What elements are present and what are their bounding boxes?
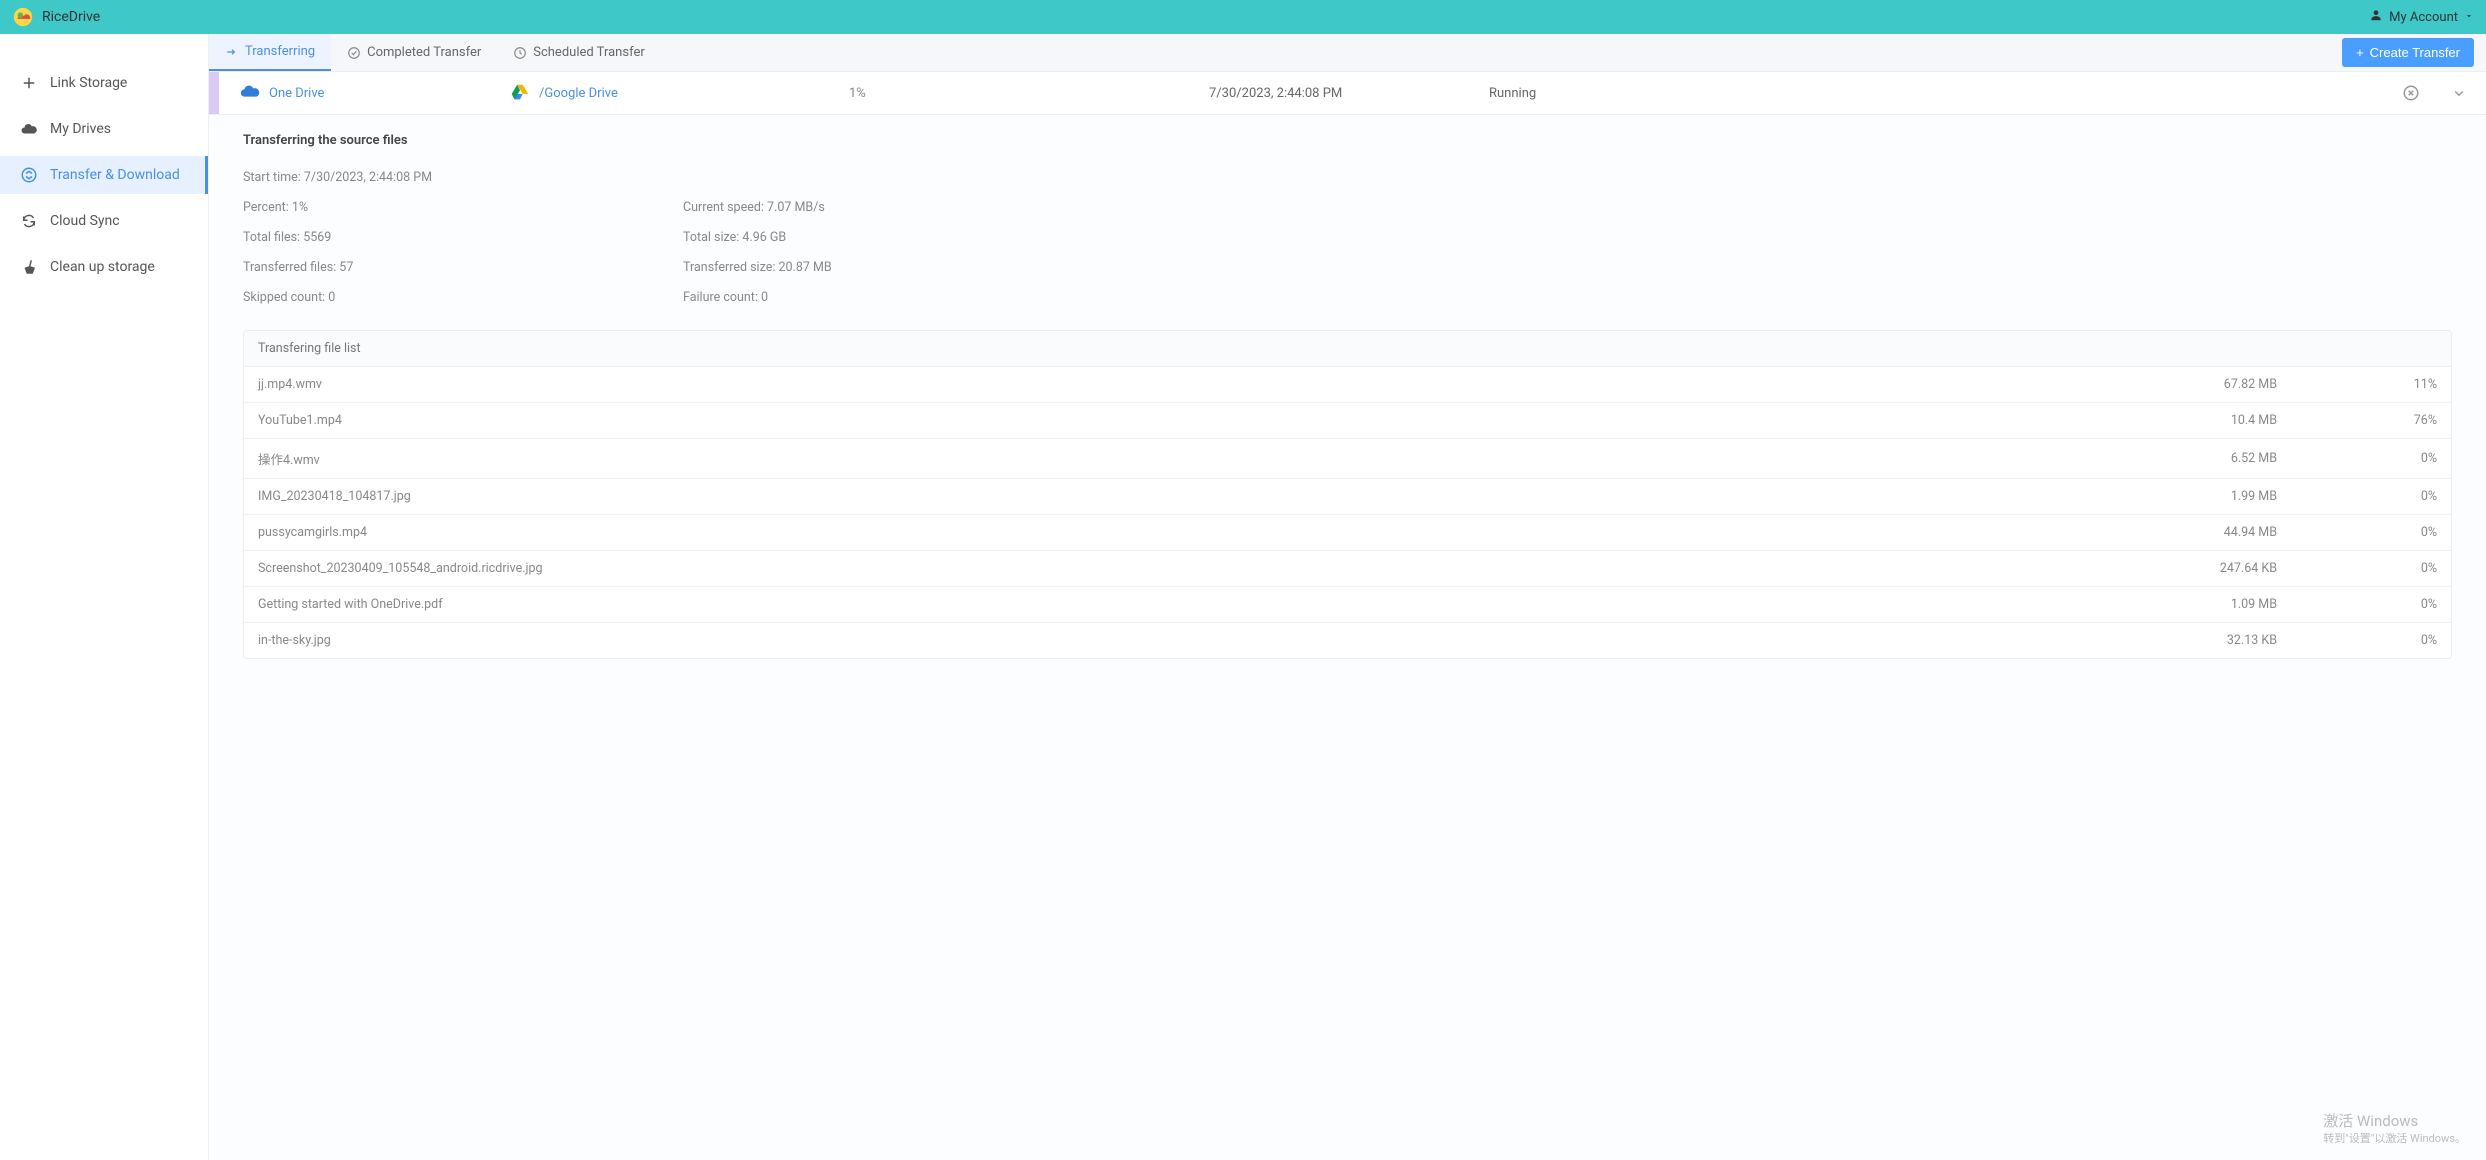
main-content: Transferring Completed Transfer Schedule… [209, 34, 2486, 1160]
account-label: My Account [2389, 10, 2458, 25]
stat-total-files: Total files: 5569 [243, 228, 683, 248]
source-drive-link[interactable]: One Drive [269, 86, 324, 101]
file-name: 操作4.wmv [258, 449, 2117, 468]
file-size: 44.94 MB [2117, 525, 2277, 540]
check-circle-icon [347, 46, 361, 60]
stat-transferred-files: Transferred files: 57 [243, 258, 683, 278]
job-percent: 1% [849, 86, 866, 101]
file-size: 10.4 MB [2117, 413, 2277, 428]
file-name: jj.mp4.wmv [258, 377, 2117, 392]
file-row: 操作4.wmv6.52 MB0% [244, 439, 2451, 479]
tab-label: Transferring [245, 44, 315, 59]
details-title: Transferring the source files [243, 133, 2452, 148]
file-progress: 0% [2277, 489, 2437, 504]
file-name: Screenshot_20230409_105548_android.ricdr… [258, 561, 2117, 576]
sidebar-item-cloud-sync[interactable]: Cloud Sync [0, 202, 208, 240]
file-list-header: Transfering file list [244, 331, 2451, 367]
tab-transferring[interactable]: Transferring [209, 34, 331, 71]
file-name: pussycamgirls.mp4 [258, 525, 2117, 540]
tab-label: Completed Transfer [367, 45, 481, 60]
job-time: 7/30/2023, 2:44:08 PM [1209, 86, 1342, 101]
file-progress: 11% [2277, 377, 2437, 392]
file-size: 247.64 KB [2117, 561, 2277, 576]
file-row: in-the-sky.jpg32.13 KB0% [244, 623, 2451, 658]
account-menu[interactable]: My Account [2369, 8, 2474, 26]
file-size: 67.82 MB [2117, 377, 2277, 392]
stat-start-time: Start time: 7/30/2023, 2:44:08 PM [243, 168, 683, 188]
stat-total-size: Total size: 4.96 GB [683, 228, 1123, 248]
transfer-details: Transferring the source files Start time… [209, 115, 2486, 1160]
file-row: pussycamgirls.mp444.94 MB0% [244, 515, 2451, 551]
plus-icon: + [2356, 45, 2364, 60]
clock-icon [513, 46, 527, 60]
file-size: 1.99 MB [2117, 489, 2277, 504]
file-size: 1.09 MB [2117, 597, 2277, 612]
cloud-icon [20, 120, 38, 138]
sidebar-item-label: Clean up storage [50, 259, 155, 275]
tab-scheduled[interactable]: Scheduled Transfer [497, 34, 661, 71]
chevron-down-icon [2464, 10, 2474, 25]
file-progress: 0% [2277, 633, 2437, 648]
stat-skipped: Skipped count: 0 [243, 288, 683, 308]
sidebar-item-label: Transfer & Download [50, 167, 180, 183]
arrow-right-icon [225, 45, 239, 59]
file-row: IMG_20230418_104817.jpg1.99 MB0% [244, 479, 2451, 515]
sidebar-item-my-drives[interactable]: My Drives [0, 110, 208, 148]
file-row: YouTube1.mp410.4 MB76% [244, 403, 2451, 439]
sidebar-item-label: My Drives [50, 121, 111, 137]
chevron-down-icon[interactable] [2450, 84, 2468, 102]
file-row: Getting started with OneDrive.pdf1.09 MB… [244, 587, 2451, 623]
file-name: Getting started with OneDrive.pdf [258, 597, 2117, 612]
sidebar-item-label: Link Storage [50, 75, 127, 91]
file-size: 6.52 MB [2117, 451, 2277, 466]
target-drive-link[interactable]: /Google Drive [539, 86, 618, 101]
transfer-job-row[interactable]: One Drive /Google Drive 1% 7/30/2023, 2:… [209, 72, 2486, 115]
file-name: in-the-sky.jpg [258, 633, 2117, 648]
plus-icon [20, 74, 38, 92]
file-name: IMG_20230418_104817.jpg [258, 489, 2117, 504]
cancel-icon[interactable] [2402, 84, 2420, 102]
stat-transferred-size: Transferred size: 20.87 MB [683, 258, 1123, 278]
tab-completed[interactable]: Completed Transfer [331, 34, 497, 71]
sidebar-item-transfer-download[interactable]: Transfer & Download [0, 156, 208, 194]
file-progress: 0% [2277, 561, 2437, 576]
file-name: YouTube1.mp4 [258, 413, 2117, 428]
file-row: Screenshot_20230409_105548_android.ricdr… [244, 551, 2451, 587]
file-row: jj.mp4.wmv67.82 MB11% [244, 367, 2451, 403]
tabs-row: Transferring Completed Transfer Schedule… [209, 34, 2486, 72]
file-list-header-label: Transfering file list [258, 341, 2117, 356]
onedrive-icon [239, 82, 261, 104]
brand-name: RiceDrive [42, 9, 100, 25]
sync-icon [20, 212, 38, 230]
sidebar-item-link-storage[interactable]: Link Storage [0, 64, 208, 102]
stat-percent: Percent: 1% [243, 198, 683, 218]
sidebar-item-label: Cloud Sync [50, 213, 120, 229]
file-progress: 76% [2277, 413, 2437, 428]
sidebar-item-clean-up[interactable]: Clean up storage [0, 248, 208, 286]
create-transfer-label: Create Transfer [2370, 45, 2460, 60]
file-progress: 0% [2277, 597, 2437, 612]
sidebar: Link Storage My Drives Transfer & Downlo… [0, 34, 209, 1160]
transfer-icon [20, 166, 38, 184]
broom-icon [20, 258, 38, 276]
file-size: 32.13 KB [2117, 633, 2277, 648]
stat-speed: Current speed: 7.07 MB/s [683, 198, 1123, 218]
file-progress: 0% [2277, 525, 2437, 540]
brand-logo-icon [12, 6, 34, 28]
job-status: Running [1489, 86, 1536, 101]
stat-failure: Failure count: 0 [683, 288, 1123, 308]
create-transfer-button[interactable]: + Create Transfer [2342, 38, 2474, 67]
google-drive-icon [509, 82, 531, 104]
user-icon [2369, 8, 2383, 26]
tab-label: Scheduled Transfer [533, 45, 645, 60]
file-list-table: Transfering file list jj.mp4.wmv67.82 MB… [243, 330, 2452, 659]
topbar: RiceDrive My Account [0, 0, 2486, 34]
file-progress: 0% [2277, 451, 2437, 466]
